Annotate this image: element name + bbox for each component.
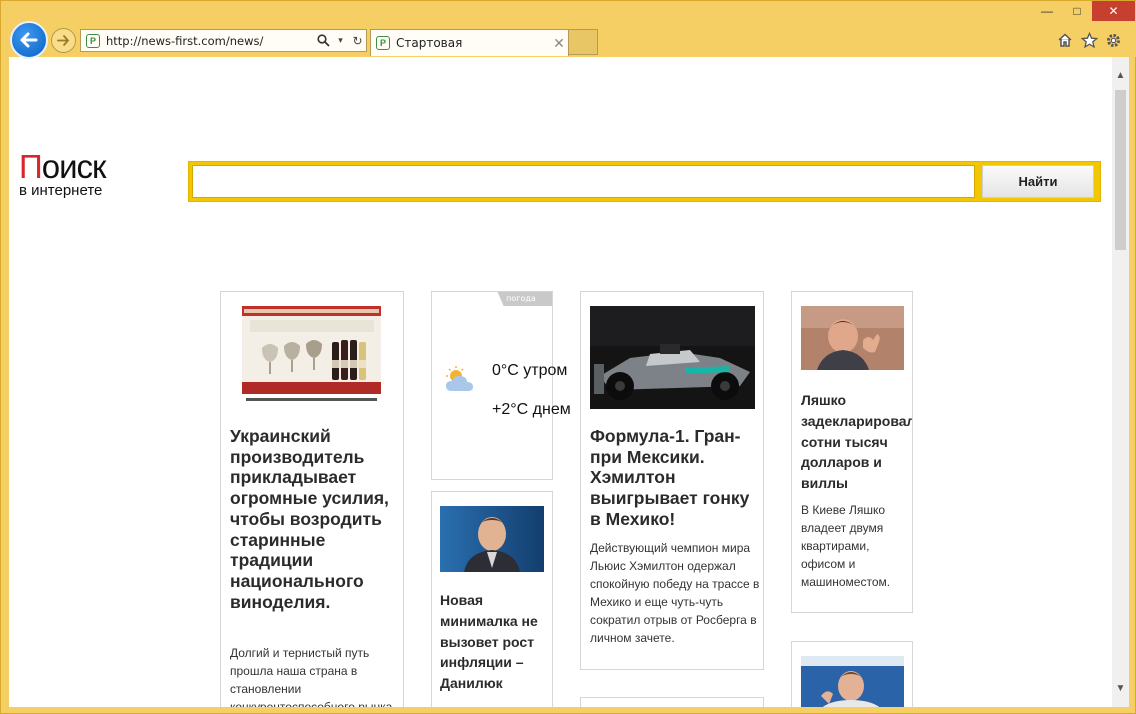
news-card-danilyuk[interactable]: Новая минималка не вызовет рост инфляции… — [431, 491, 553, 707]
vertical-scrollbar[interactable]: ▲ ▼ — [1112, 57, 1129, 707]
search-form: Найти — [188, 161, 1101, 202]
partly-cloudy-icon — [446, 366, 473, 391]
f1-car-photo — [590, 306, 755, 409]
scroll-thumb[interactable] — [1115, 90, 1126, 250]
logo-subtitle: в интернете — [19, 182, 103, 199]
address-bar[interactable]: P http://news-first.com/news/ ▾ ↻ — [80, 29, 367, 52]
news-card-bottom-right[interactable] — [791, 641, 913, 707]
scroll-up-icon[interactable]: ▲ — [1112, 67, 1129, 84]
site-favicon-icon: P — [86, 33, 100, 48]
browser-window: — □ ✕ P http://news-first.com/news/ ▾ ↻ … — [0, 0, 1136, 714]
news-card-partial[interactable] — [580, 697, 764, 707]
refresh-icon[interactable]: ↻ — [349, 32, 366, 49]
wine-headline[interactable]: Украинский производитель прикладывает ог… — [230, 426, 400, 612]
close-window-icon[interactable]: ✕ — [1092, 1, 1135, 21]
news-card-wine[interactable]: Украинский производитель прикладывает ог… — [220, 291, 404, 707]
arrow-left-icon — [20, 32, 38, 48]
minimize-icon[interactable]: — — [1032, 1, 1062, 21]
weather-widget[interactable]: погода 0°C утром +2°C днем — [431, 291, 571, 480]
site-logo[interactable]: Поиск в интернете — [19, 148, 106, 199]
f1-headline[interactable]: Формула-1. Гран-при Мексики. Хэмилтон вы… — [590, 426, 760, 530]
arrow-right-icon — [57, 35, 70, 46]
tab-favicon-icon: P — [376, 36, 390, 50]
new-tab-button[interactable] — [569, 29, 598, 55]
logo-title: Поиск — [19, 148, 106, 185]
page-viewport: Поиск в интернете Найти Украинский произ… — [9, 57, 1129, 707]
danilyuk-headline[interactable]: Новая минималка не вызовет рост инфляции… — [440, 590, 550, 694]
tab-startpage[interactable]: P Стартовая ✕ — [370, 29, 569, 56]
search-button[interactable]: Найти — [982, 165, 1094, 198]
dropdown-icon[interactable]: ▾ — [332, 32, 349, 49]
tab-title: Стартовая — [396, 36, 463, 50]
search-icon[interactable] — [315, 32, 332, 49]
weather-tag: погода — [497, 292, 552, 306]
news-photo — [801, 656, 904, 707]
browser-toolbar: — □ ✕ P http://news-first.com/news/ ▾ ↻ … — [1, 1, 1136, 59]
wine-bottles-image — [242, 306, 381, 406]
temperature-day: +2°C днем — [492, 401, 571, 418]
lyashko-headline[interactable]: Ляшко задекларировал сотни тысяч долларо… — [801, 390, 912, 494]
forward-button[interactable] — [51, 28, 76, 53]
home-icon[interactable] — [1055, 30, 1075, 50]
scroll-down-icon[interactable]: ▼ — [1112, 680, 1129, 697]
danilyuk-photo — [440, 506, 544, 572]
wine-summary: Долгий и тернистый путь прошла наша стра… — [230, 646, 393, 707]
f1-summary: Действующий чемпион мира Льюис Хэмилтон … — [590, 541, 760, 645]
temperature-morning: 0°C утром — [492, 362, 568, 379]
search-input[interactable] — [192, 165, 975, 198]
favorites-star-icon[interactable] — [1079, 30, 1099, 50]
news-card-f1[interactable]: Формула-1. Гран-при Мексики. Хэмилтон вы… — [580, 291, 764, 670]
url-text[interactable]: http://news-first.com/news/ — [106, 34, 315, 48]
lyashko-summary: В Киеве Ляшко владеет двумя квартирами, … — [801, 503, 891, 589]
tab-close-icon[interactable]: ✕ — [550, 35, 568, 52]
back-button[interactable] — [10, 21, 48, 59]
news-card-lyashko[interactable]: Ляшко задекларировал сотни тысяч долларо… — [791, 291, 913, 613]
lyashko-photo — [801, 306, 904, 370]
maximize-icon[interactable]: □ — [1062, 1, 1092, 21]
settings-gear-icon[interactable] — [1103, 30, 1123, 50]
